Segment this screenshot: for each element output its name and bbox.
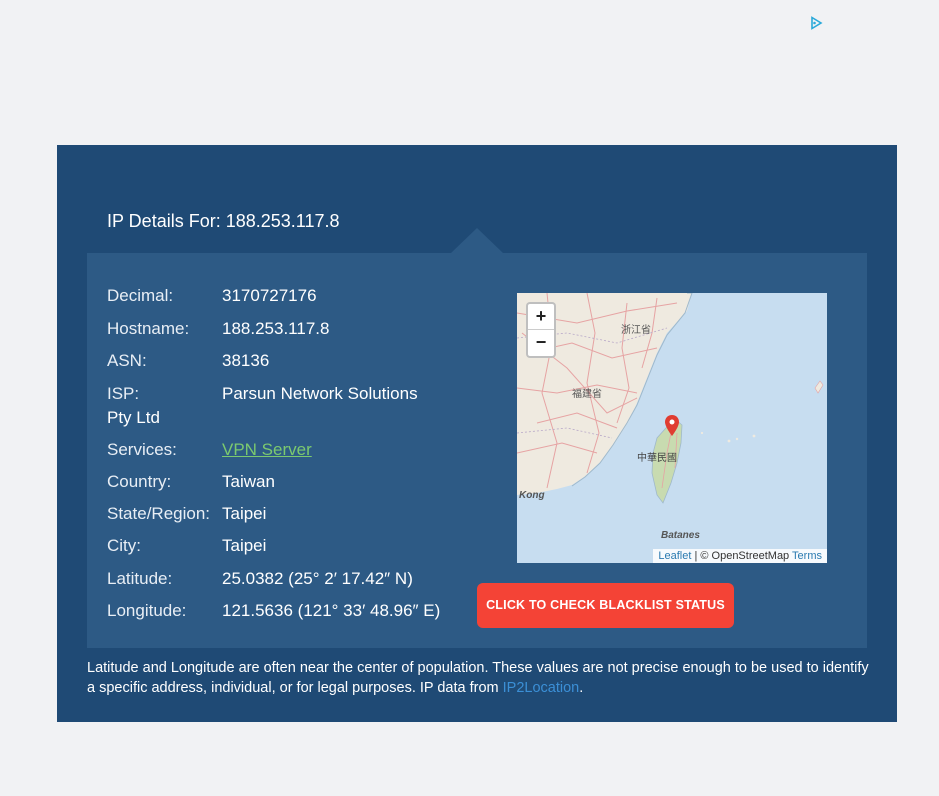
location-marker-icon[interactable] bbox=[665, 415, 679, 437]
check-blacklist-button[interactable]: CLICK TO CHECK BLACKLIST STATUS bbox=[477, 583, 734, 628]
panel-pointer bbox=[451, 228, 503, 253]
city-value: Taipei bbox=[222, 536, 267, 555]
osm-attribution: | © OpenStreetMap bbox=[691, 550, 793, 562]
asn-value: 38136 bbox=[222, 351, 270, 370]
footnote-end: . bbox=[579, 680, 584, 696]
city-label: City: bbox=[107, 536, 141, 555]
latitude-value: 25.0382 (25° 2′ 17.42″ N) bbox=[222, 569, 413, 588]
state-label: State/Region: bbox=[107, 504, 211, 523]
isp-value-line1: Parsun Network Solutions bbox=[222, 384, 418, 403]
decimal-value: 3170727176 bbox=[222, 286, 317, 305]
services-label: Services: bbox=[107, 440, 177, 459]
location-map[interactable]: 浙江省 福建省 中華民國 Kong Batanes + − Leaflet | … bbox=[517, 293, 827, 563]
footnote-text: Latitude and Longitude are often near th… bbox=[87, 660, 869, 696]
map-label-taiwan: 中華民國 bbox=[637, 453, 677, 464]
details-card: Decimal: 3170727176 Hostname: 188.253.11… bbox=[87, 253, 867, 648]
ad-choices-icon[interactable] bbox=[809, 16, 823, 30]
latitude-label: Latitude: bbox=[107, 569, 173, 588]
map-label-zhejiang: 浙江省 bbox=[621, 325, 651, 336]
ip2location-link[interactable]: IP2Location bbox=[503, 680, 580, 696]
map-label-fujian: 福建省 bbox=[572, 389, 602, 400]
country-value: Taiwan bbox=[222, 472, 275, 491]
isp-value-line2: Pty Ltd bbox=[107, 408, 160, 427]
terms-link[interactable]: Terms bbox=[792, 550, 822, 562]
longitude-label: Longitude: bbox=[107, 601, 187, 620]
map-label-kong: Kong bbox=[519, 490, 545, 501]
map-attribution: Leaflet | © OpenStreetMap Terms bbox=[653, 549, 827, 563]
zoom-out-button[interactable]: − bbox=[528, 330, 554, 355]
state-value: Taipei bbox=[222, 504, 267, 523]
asn-label: ASN: bbox=[107, 351, 147, 370]
ip-details-panel: IP Details For: 188.253.117.8 Decimal: 3… bbox=[57, 145, 897, 722]
panel-title: IP Details For: 188.253.117.8 bbox=[107, 211, 340, 231]
map-label-batanes: Batanes bbox=[661, 530, 700, 541]
leaflet-link[interactable]: Leaflet bbox=[658, 550, 691, 562]
isp-label: ISP: bbox=[107, 384, 140, 403]
zoom-in-button[interactable]: + bbox=[528, 304, 554, 330]
decimal-label: Decimal: bbox=[107, 286, 174, 305]
map-zoom-control: + − bbox=[526, 302, 556, 358]
longitude-value: 121.5636 (121° 33′ 48.96″ E) bbox=[222, 601, 441, 620]
country-label: Country: bbox=[107, 472, 172, 491]
hostname-label: Hostname: bbox=[107, 319, 190, 338]
services-link[interactable]: VPN Server bbox=[222, 439, 312, 461]
row-isp: ISP: Parsun Network Solutions Pty Ltd bbox=[107, 382, 467, 432]
hostname-value: 188.253.117.8 bbox=[222, 319, 330, 338]
footnote: Latitude and Longitude are often near th… bbox=[87, 658, 877, 698]
